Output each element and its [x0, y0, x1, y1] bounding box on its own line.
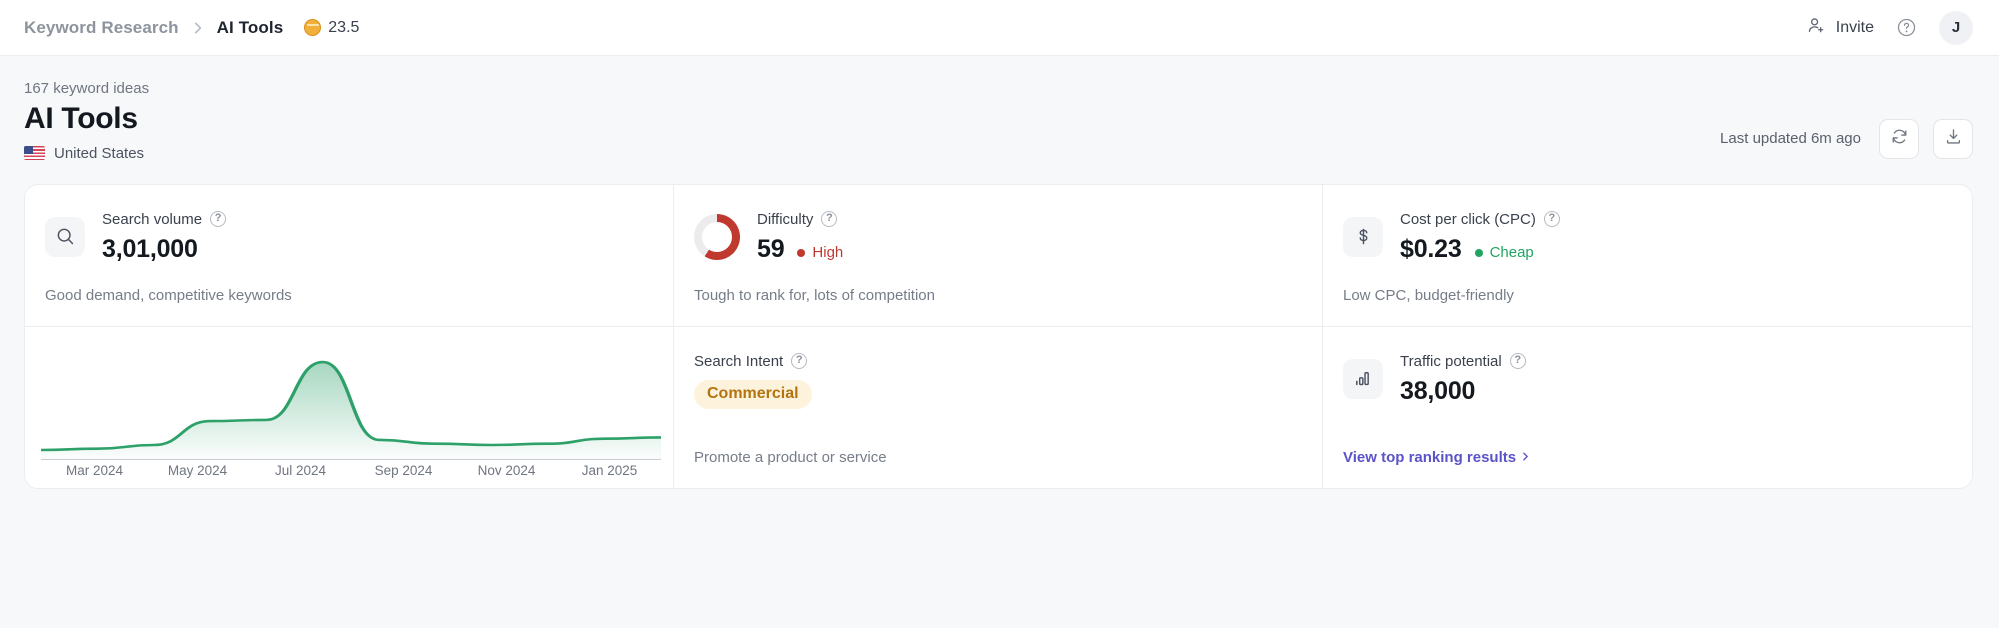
search-intent-pill: Commercial — [694, 379, 812, 409]
cpc-label-row: Cost per click (CPC) ? — [1400, 211, 1560, 228]
download-icon — [1944, 127, 1963, 151]
traffic-potential-top: Traffic potential ? 38,000 — [1343, 353, 1944, 406]
top-bar: Keyword Research AI Tools 23.5 Invite J — [0, 0, 1999, 56]
search-volume-value: 3,01,000 — [102, 234, 198, 263]
cpc-body: Cost per click (CPC) ? $0.23 Cheap — [1400, 211, 1560, 264]
search-volume-card: Search volume ? 3,01,000 Good demand, co… — [25, 184, 674, 327]
traffic-potential-label-row: Traffic potential ? — [1400, 353, 1526, 370]
traffic-potential-value-row: 38,000 — [1400, 377, 1526, 406]
search-intent-body: Search Intent ? Commercial — [694, 353, 1294, 409]
page-header: 167 keyword ideas AI Tools United States… — [0, 56, 1999, 162]
status-dot — [1474, 248, 1483, 257]
refresh-button[interactable] — [1879, 118, 1919, 159]
difficulty-label: Difficulty — [757, 210, 814, 228]
chevron-right-icon — [190, 20, 206, 36]
chart-x-axis-labels: Mar 2024 May 2024 Jul 2024 Sep 2024 Nov 2024… — [41, 463, 661, 478]
chart-x-tick: May 2024 — [167, 462, 228, 478]
magnifier-icon — [45, 216, 85, 257]
cpc-status-label: Cheap — [1489, 244, 1534, 262]
cpc-value-row: $0.23 Cheap — [1400, 235, 1560, 264]
breadcrumb-current: AI Tools — [216, 17, 284, 37]
top-bar-actions: Invite J — [1807, 10, 1973, 45]
page-title: AI Tools — [24, 102, 138, 135]
view-top-ranking-results-link[interactable]: View top ranking results — [1343, 449, 1531, 466]
search-volume-body: Search volume ? 3,01,000 — [102, 210, 227, 264]
chart-x-tick: Sep 2024 — [374, 462, 433, 478]
difficulty-body: Difficulty ? 59 High — [757, 211, 843, 264]
traffic-potential-body: Traffic potential ? 38,000 — [1400, 353, 1526, 406]
person-add-icon — [1807, 16, 1826, 40]
chart-plot-area: Mar 2024 May 2024 Jul 2024 Sep 2024 Nov 2024… — [41, 341, 661, 478]
difficulty-status-badge: High — [797, 244, 843, 261]
download-button[interactable] — [1933, 118, 1973, 159]
status-dot — [797, 248, 806, 257]
cpc-description: Low CPC, budget-friendly — [1343, 286, 1514, 304]
help-circle-icon[interactable]: ? — [1509, 353, 1526, 370]
last-updated-text: Last updated 6m ago — [1720, 130, 1861, 148]
credits-indicator[interactable]: 23.5 — [304, 19, 359, 37]
avatar-initial: J — [1951, 19, 1961, 36]
search-volume-label-row: Search volume ? — [102, 210, 227, 228]
cpc-status-badge: Cheap — [1474, 244, 1534, 262]
invite-button[interactable]: Invite — [1807, 16, 1874, 40]
search-intent-card: Search Intent ? Commercial Promote a pro… — [674, 326, 1323, 488]
chart-x-tick: Mar 2024 — [65, 462, 124, 478]
locale-label: United States — [54, 144, 145, 162]
search-intent-label-row: Search Intent ? — [694, 353, 1294, 370]
help-circle-icon[interactable]: ? — [821, 211, 838, 228]
traffic-potential-value: 38,000 — [1400, 376, 1476, 405]
search-volume-label: Search volume — [102, 210, 203, 228]
metrics-card-grid: Search volume ? 3,01,000 Good demand, co… — [24, 183, 1973, 489]
donut-gauge-icon — [694, 213, 740, 260]
breadcrumb-parent-link[interactable]: Keyword Research — [24, 18, 179, 38]
locale-row: United States — [24, 145, 1973, 162]
chart-x-tick: Nov 2024 — [477, 462, 536, 478]
difficulty-value: 59 — [757, 234, 785, 263]
search-intent-description: Promote a product or service — [694, 448, 887, 466]
search-volume-description: Good demand, competitive keywords — [45, 286, 292, 304]
difficulty-description: Tough to rank for, lots of competition — [694, 286, 935, 304]
cpc-top: Cost per click (CPC) ? $0.23 Cheap — [1343, 211, 1944, 264]
dollar-icon — [1343, 216, 1383, 257]
search-intent-label: Search Intent — [694, 352, 784, 370]
chart-x-tick: Jul 2024 — [274, 462, 327, 478]
traffic-potential-card: Traffic potential ? 38,000 View top rank… — [1323, 327, 1972, 488]
avatar[interactable]: J — [1939, 10, 1973, 45]
difficulty-status-label: High — [812, 244, 844, 262]
search-volume-top: Search volume ? 3,01,000 — [45, 211, 645, 264]
difficulty-top: Difficulty ? 59 High — [694, 211, 1294, 264]
us-flag-icon — [24, 146, 45, 161]
invite-label: Invite — [1835, 18, 1874, 36]
difficulty-label-row: Difficulty ? — [757, 211, 843, 228]
trend-area-svg — [41, 360, 661, 459]
search-volume-value-row: 3,01,000 — [102, 235, 226, 264]
help-circle-icon[interactable] — [1896, 17, 1917, 38]
difficulty-card: Difficulty ? 59 High Tough to rank for, … — [674, 184, 1323, 327]
chart-x-tick: Jan 2025 — [581, 462, 638, 478]
refresh-icon — [1890, 127, 1909, 151]
help-circle-icon[interactable]: ? — [210, 211, 227, 228]
traffic-potential-label: Traffic potential — [1400, 352, 1502, 370]
cpc-label: Cost per click (CPC) — [1400, 210, 1536, 228]
coin-icon — [304, 19, 322, 36]
credits-value: 23.5 — [328, 18, 360, 36]
chart-x-axis-line — [41, 458, 661, 460]
donut-hole — [702, 221, 732, 252]
cpc-value: $0.23 — [1400, 234, 1462, 263]
difficulty-value-row: 59 High — [757, 235, 843, 264]
chevron-right-icon — [1520, 449, 1531, 466]
bar-chart-icon — [1343, 358, 1383, 399]
breadcrumb: Keyword Research AI Tools 23.5 — [24, 18, 359, 38]
cpc-card: Cost per click (CPC) ? $0.23 Cheap Low C… — [1323, 185, 1972, 327]
search-volume-trend-chart: Mar 2024 May 2024 Jul 2024 Sep 2024 Nov 2024… — [25, 326, 674, 488]
help-circle-icon[interactable]: ? — [791, 353, 808, 370]
view-top-ranking-results-label: View top ranking results — [1343, 448, 1517, 466]
header-actions: Last updated 6m ago — [1720, 118, 1973, 159]
help-circle-icon[interactable]: ? — [1543, 211, 1560, 228]
keyword-ideas-count: 167 keyword ideas — [24, 80, 150, 97]
